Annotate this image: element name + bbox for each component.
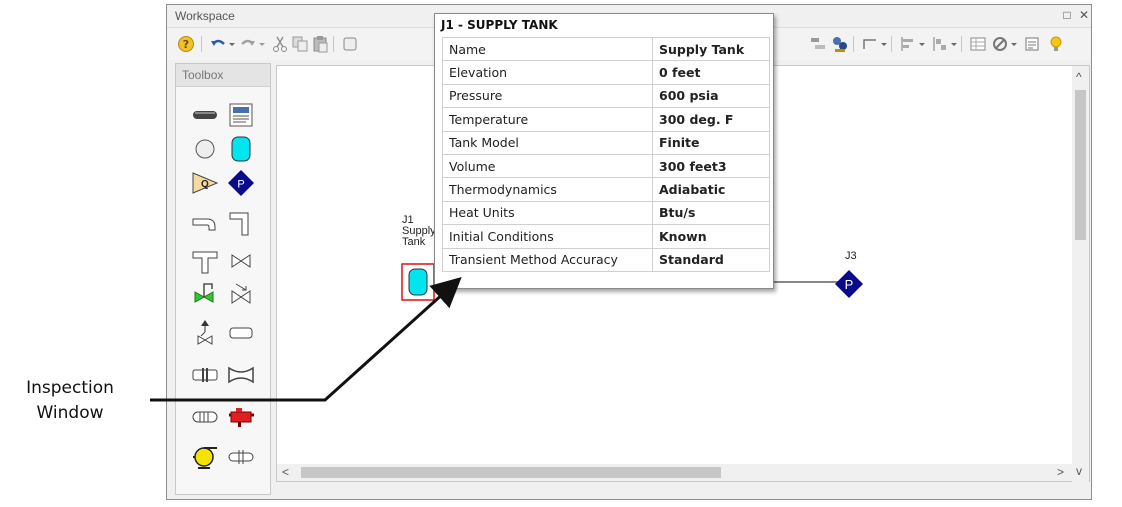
- callout-line2: Window: [36, 403, 104, 423]
- callout-line1: Inspection: [26, 378, 114, 398]
- inspection-window-callout: Inspection Window: [0, 376, 140, 426]
- callout-arrow: [150, 276, 462, 402]
